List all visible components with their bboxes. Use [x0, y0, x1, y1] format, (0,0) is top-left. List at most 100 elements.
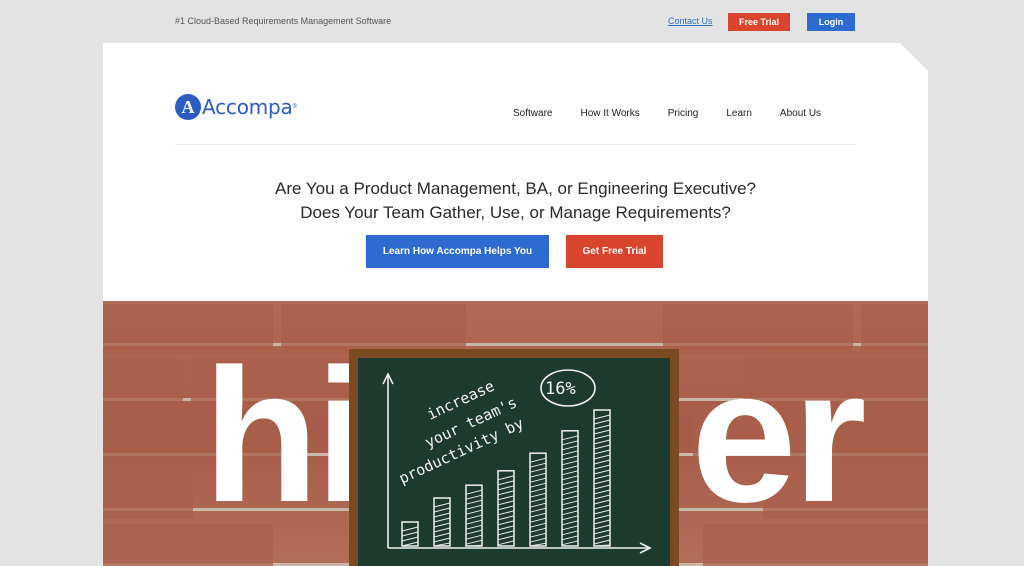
chalk-bar-hatch	[593, 419, 611, 425]
chalk-bar-hatch	[465, 504, 483, 510]
chalk-bar-hatch	[593, 484, 611, 490]
chalk-bar-hatch	[465, 519, 483, 525]
chalk-bar-hatch	[593, 474, 611, 480]
chalk-bar-hatch	[465, 514, 483, 520]
chalk-bar-hatch	[593, 539, 611, 545]
chalk-bar-hatch	[593, 494, 611, 500]
chalk-bar-hatch	[593, 459, 611, 465]
chalk-bar-hatch	[401, 536, 419, 542]
chalk-bar-hatch	[561, 525, 579, 531]
chalk-bar-hatch	[497, 480, 515, 486]
chalk-bar-hatch	[593, 529, 611, 535]
chalk-bar-hatch	[593, 414, 611, 420]
chalk-bar-hatch	[497, 535, 515, 541]
headline-line-1: Are You a Product Management, BA, or Eng…	[274, 179, 757, 198]
chalk-bar-hatch	[465, 539, 483, 545]
chalk-percent: 16%	[545, 379, 576, 399]
header-card: A Accompa ® Software How It Works Pricin…	[103, 43, 928, 301]
chalk-bar-hatch	[561, 485, 579, 491]
chalk-bar-hatch	[561, 470, 579, 476]
chalk-bar-hatch	[497, 490, 515, 496]
chalk-bar-hatch	[593, 469, 611, 475]
chalk-bar-hatch	[561, 500, 579, 506]
chalk-bar-hatch	[561, 490, 579, 496]
chalk-bar-hatch	[593, 444, 611, 450]
chalk-bar-hatch	[529, 467, 547, 473]
chalk-bar-hatch	[465, 529, 483, 535]
chalk-bar-hatch	[529, 522, 547, 528]
chalk-bar-hatch	[433, 507, 451, 513]
contact-us-link[interactable]: Contact Us	[668, 16, 713, 26]
chalk-bar-hatch	[529, 507, 547, 513]
chalk-bar-hatch	[497, 520, 515, 526]
chalk-bar-hatch	[561, 460, 579, 466]
chalk-bar-hatch	[497, 540, 515, 546]
tagline: #1 Cloud-Based Requirements Management S…	[175, 16, 392, 26]
headline-line-2: Does Your Team Gather, Use, or Manage Re…	[300, 203, 731, 222]
chalk-bar-hatch	[433, 522, 451, 528]
chalk-bar-hatch	[561, 530, 579, 536]
logo-trademark: ®	[292, 104, 298, 110]
chalk-bar-hatch	[529, 512, 547, 518]
chalk-bar	[497, 470, 515, 547]
get-free-trial-button[interactable]: Get Free Trial	[566, 235, 663, 268]
chalkboard-drawing: increase your team's productivity by 16%	[382, 369, 652, 554]
chalk-bar-hatch	[561, 540, 579, 546]
chalk-bar-hatch	[561, 445, 579, 451]
chalk-bar-hatch	[465, 534, 483, 540]
chalk-bar-hatch	[465, 499, 483, 505]
chalk-bar-hatch	[433, 527, 451, 533]
chalk-bar-hatch	[561, 535, 579, 541]
free-trial-button[interactable]: Free Trial	[728, 13, 790, 31]
hero-big-word-left: hi	[203, 330, 368, 542]
hero-big-word-right: er	[691, 330, 867, 542]
chalk-bar-hatch	[593, 439, 611, 445]
logo-mark-icon: A	[175, 94, 201, 120]
login-button[interactable]: Login	[807, 13, 855, 31]
chalk-bar-hatch	[561, 510, 579, 516]
chalk-bar-hatch	[465, 509, 483, 515]
chalk-bar-hatch	[593, 534, 611, 540]
chalk-bar-hatch	[401, 531, 419, 537]
nav-item-about-us[interactable]: About Us	[780, 108, 821, 119]
chalk-bar-hatch	[433, 502, 451, 508]
learn-how-button[interactable]: Learn How Accompa Helps You	[366, 235, 549, 268]
main-nav: Software How It Works Pricing Learn Abou…	[513, 108, 849, 119]
chalk-bar-hatch	[529, 497, 547, 503]
chalk-bar-hatch	[529, 462, 547, 468]
chalk-bar-hatch	[497, 530, 515, 536]
chalk-bar-hatch	[593, 449, 611, 455]
chalk-bar-hatch	[497, 510, 515, 516]
chalk-bar-hatch	[593, 504, 611, 510]
nav-item-learn[interactable]: Learn	[726, 108, 752, 119]
header-divider	[175, 144, 856, 145]
chalk-bar-hatch	[593, 514, 611, 520]
chalk-bar-hatch	[465, 524, 483, 530]
chalk-bar-hatch	[561, 455, 579, 461]
chalk-bar-hatch	[593, 454, 611, 460]
hero-image: hi er increase your team's productivity …	[103, 301, 928, 566]
chalk-bar-hatch	[433, 537, 451, 543]
chalk-bar-hatch	[561, 440, 579, 446]
nav-item-software[interactable]: Software	[513, 108, 552, 119]
chalk-bar-hatch	[497, 485, 515, 491]
chalk-bar-hatch	[465, 494, 483, 500]
chalk-bar-hatch	[497, 505, 515, 511]
chalk-bar-hatch	[593, 434, 611, 440]
accompa-logo[interactable]: A Accompa ®	[175, 93, 297, 121]
chalk-bar-hatch	[561, 480, 579, 486]
chalk-bar-hatch	[561, 465, 579, 471]
chalk-bar-hatch	[593, 424, 611, 430]
chalk-bar-hatch	[561, 505, 579, 511]
chalk-bar-hatch	[497, 525, 515, 531]
chalk-bar-hatch	[561, 450, 579, 456]
nav-item-how-it-works[interactable]: How It Works	[580, 108, 639, 119]
chalk-bar-hatch	[561, 520, 579, 526]
chalk-bar-hatch	[561, 475, 579, 481]
chalk-bar-hatch	[529, 457, 547, 463]
chalk-bar-hatch	[497, 500, 515, 506]
nav-item-pricing[interactable]: Pricing	[668, 108, 699, 119]
chalk-bar-hatch	[529, 502, 547, 508]
chalk-bar-hatch	[561, 435, 579, 441]
chalk-bar-hatch	[401, 526, 419, 532]
